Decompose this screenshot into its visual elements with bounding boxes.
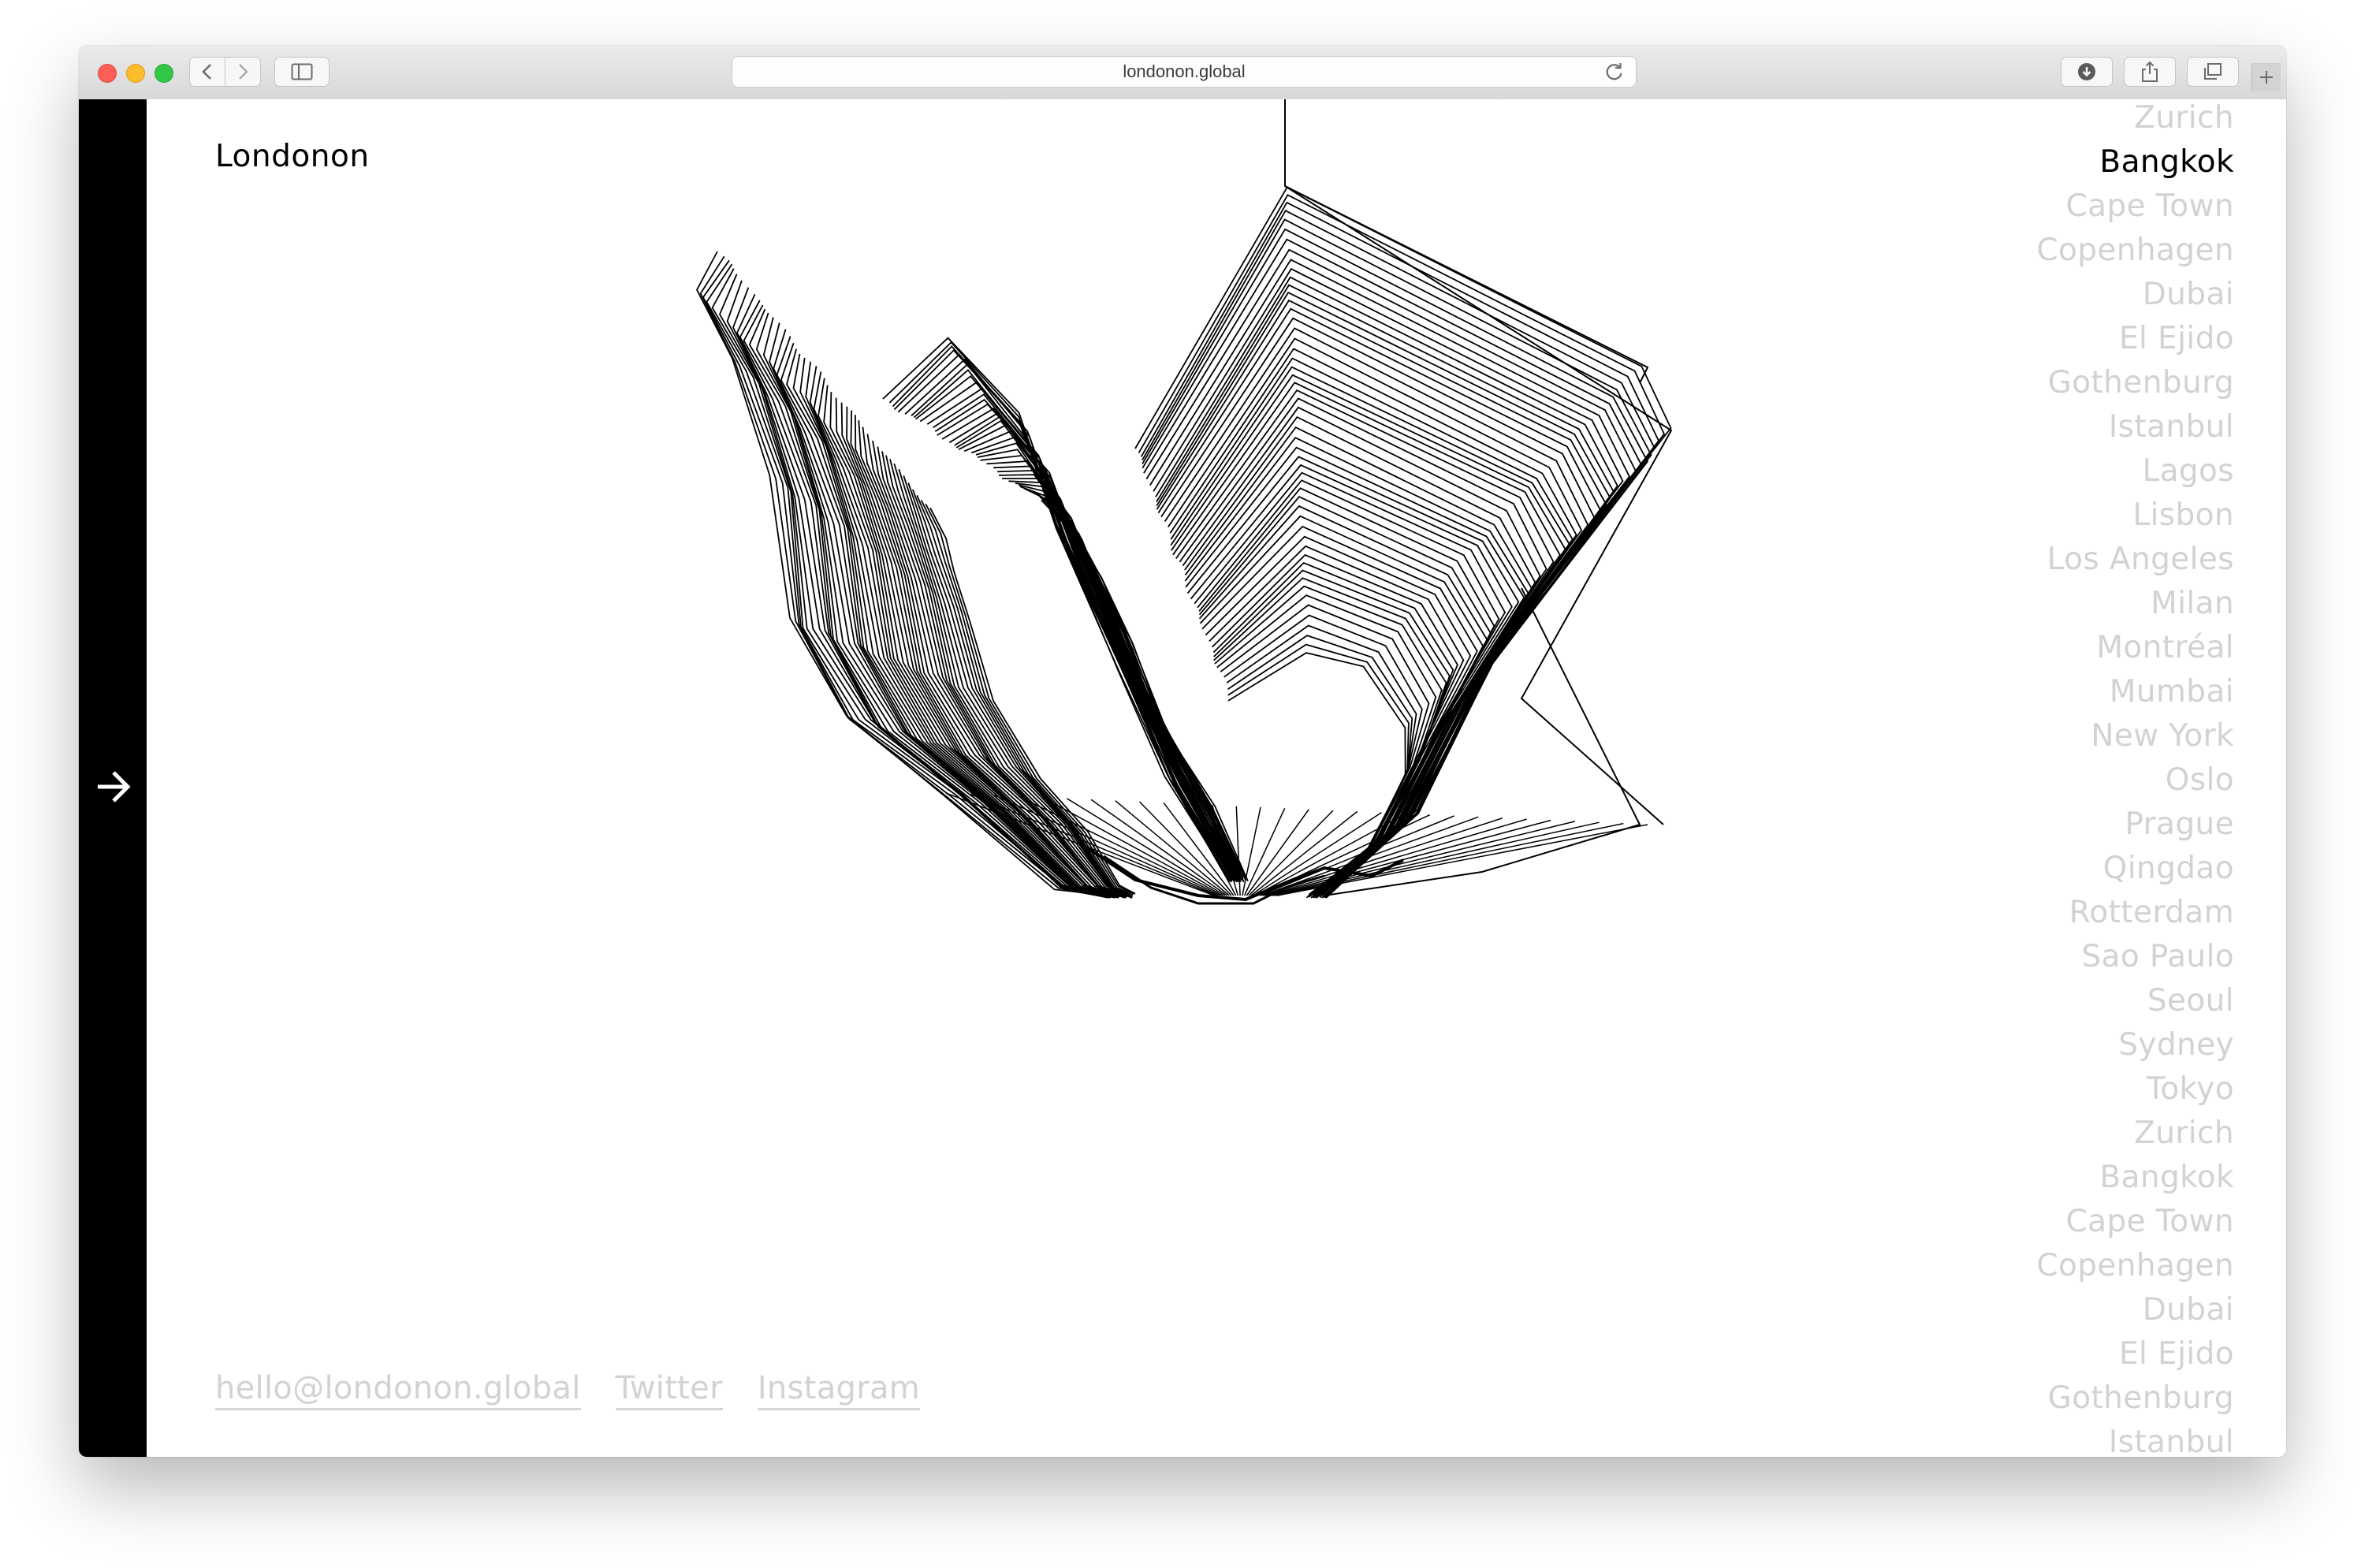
city-link[interactable]: Tokyo xyxy=(2147,1067,2234,1112)
browser-toolbar: londonon.global xyxy=(79,46,2286,100)
web-page: Londonon Zurich Bangkok Cape Town Copenhage… xyxy=(79,99,2286,1457)
chevron-left-icon xyxy=(202,64,211,80)
city-link[interactable]: El Ejido xyxy=(2119,1332,2234,1376)
browser-window: londonon.global Londonon Zurich Bangkok Ca… xyxy=(79,46,2286,1457)
city-link[interactable]: Bangkok xyxy=(2099,1156,2234,1200)
contour-line xyxy=(1216,594,1437,896)
url-text: londonon.global xyxy=(1123,61,1246,81)
city-link[interactable]: El Ejido xyxy=(2119,317,2234,361)
plus-icon xyxy=(2260,71,2273,84)
city-link[interactable]: Istanbul xyxy=(2109,1421,2234,1457)
forward-button[interactable] xyxy=(225,57,261,87)
city-link[interactable]: Dubai xyxy=(2143,273,2234,317)
share-button[interactable] xyxy=(2124,57,2176,87)
city-link[interactable]: Qingdao xyxy=(2103,847,2234,891)
minimize-window-button[interactable] xyxy=(126,64,145,83)
city-link[interactable]: Prague xyxy=(2125,803,2234,847)
city-link[interactable]: Lisbon xyxy=(2132,493,2234,538)
site-logo[interactable]: Londonon xyxy=(215,139,370,174)
sidebar-icon xyxy=(291,63,313,80)
contour-line xyxy=(1213,577,1447,898)
tab-overview-button[interactable] xyxy=(2187,57,2239,87)
city-link[interactable]: Mumbai xyxy=(2110,670,2234,714)
tabs-icon xyxy=(2204,63,2222,80)
contour-line xyxy=(1227,652,1406,899)
contour-line xyxy=(897,353,1230,883)
side-nav-strip[interactable] xyxy=(79,99,147,1457)
contour-line xyxy=(1275,822,1624,896)
instagram-link[interactable]: Instagram xyxy=(757,1370,921,1410)
sidebar-toggle-button[interactable] xyxy=(274,57,330,87)
share-icon xyxy=(2142,61,2158,82)
city-link[interactable]: Montréal xyxy=(2096,626,2234,670)
contour-line xyxy=(1227,643,1410,898)
chevron-right-icon xyxy=(239,64,248,80)
city-list: Zurich Bangkok Cape Town Copenhagen Dubai El … xyxy=(1793,99,2234,1457)
contour-line xyxy=(1242,806,1261,896)
contour-line xyxy=(1284,99,1649,384)
contour-line xyxy=(893,463,1130,896)
city-link[interactable]: Gothenburg xyxy=(2048,1376,2234,1421)
new-tab-button[interactable] xyxy=(2251,63,2281,91)
contour-line xyxy=(1235,806,1241,896)
city-link[interactable]: Seoul xyxy=(2147,979,2234,1023)
city-link[interactable]: Sydney xyxy=(2118,1023,2234,1067)
close-window-button[interactable] xyxy=(98,64,117,83)
city-link[interactable]: Rotterdam xyxy=(2069,891,2234,935)
contour-line xyxy=(1226,624,1417,895)
city-link[interactable]: Sao Paulo xyxy=(2081,935,2234,979)
download-icon xyxy=(2078,63,2095,80)
zoom-window-button[interactable] xyxy=(155,64,173,83)
city-link[interactable]: Zurich xyxy=(2134,1112,2234,1156)
city-link[interactable]: New York xyxy=(2091,714,2234,758)
city-link[interactable]: Oslo xyxy=(2166,758,2234,803)
city-link[interactable]: Zurich xyxy=(2134,99,2234,140)
contour-line xyxy=(840,402,1123,895)
city-link[interactable]: Copenhagen xyxy=(2036,1244,2234,1288)
contour-line xyxy=(1213,569,1451,899)
reload-icon[interactable] xyxy=(1604,61,1625,82)
contour-line xyxy=(1201,525,1478,895)
email-link[interactable]: hello@londonon.global xyxy=(215,1370,581,1410)
contour-line-art xyxy=(695,99,1673,905)
city-link[interactable]: Bangkok xyxy=(2099,140,2234,184)
downloads-button[interactable] xyxy=(2061,57,2113,87)
address-bar[interactable]: londonon.global xyxy=(732,56,1637,88)
city-link[interactable]: Cape Town xyxy=(2065,1200,2234,1244)
twitter-link[interactable]: Twitter xyxy=(615,1370,723,1410)
city-link[interactable]: Cape Town xyxy=(2065,184,2234,229)
city-link[interactable]: Dubai xyxy=(2143,1288,2234,1332)
city-link[interactable]: Copenhagen xyxy=(2036,229,2234,273)
contour-line xyxy=(881,451,1129,895)
city-link[interactable]: Milan xyxy=(2151,582,2234,626)
footer-links: hello@londonon.global Twitter Instagram xyxy=(215,1370,921,1410)
contour-line xyxy=(829,392,1120,898)
city-link[interactable]: Istanbul xyxy=(2109,405,2234,449)
city-link[interactable]: Lagos xyxy=(2142,449,2234,493)
back-button[interactable] xyxy=(189,57,225,87)
arrow-right-icon[interactable] xyxy=(95,769,132,804)
city-link[interactable]: Gothenburg xyxy=(2048,361,2234,405)
city-link[interactable]: Los Angeles xyxy=(2047,538,2234,582)
